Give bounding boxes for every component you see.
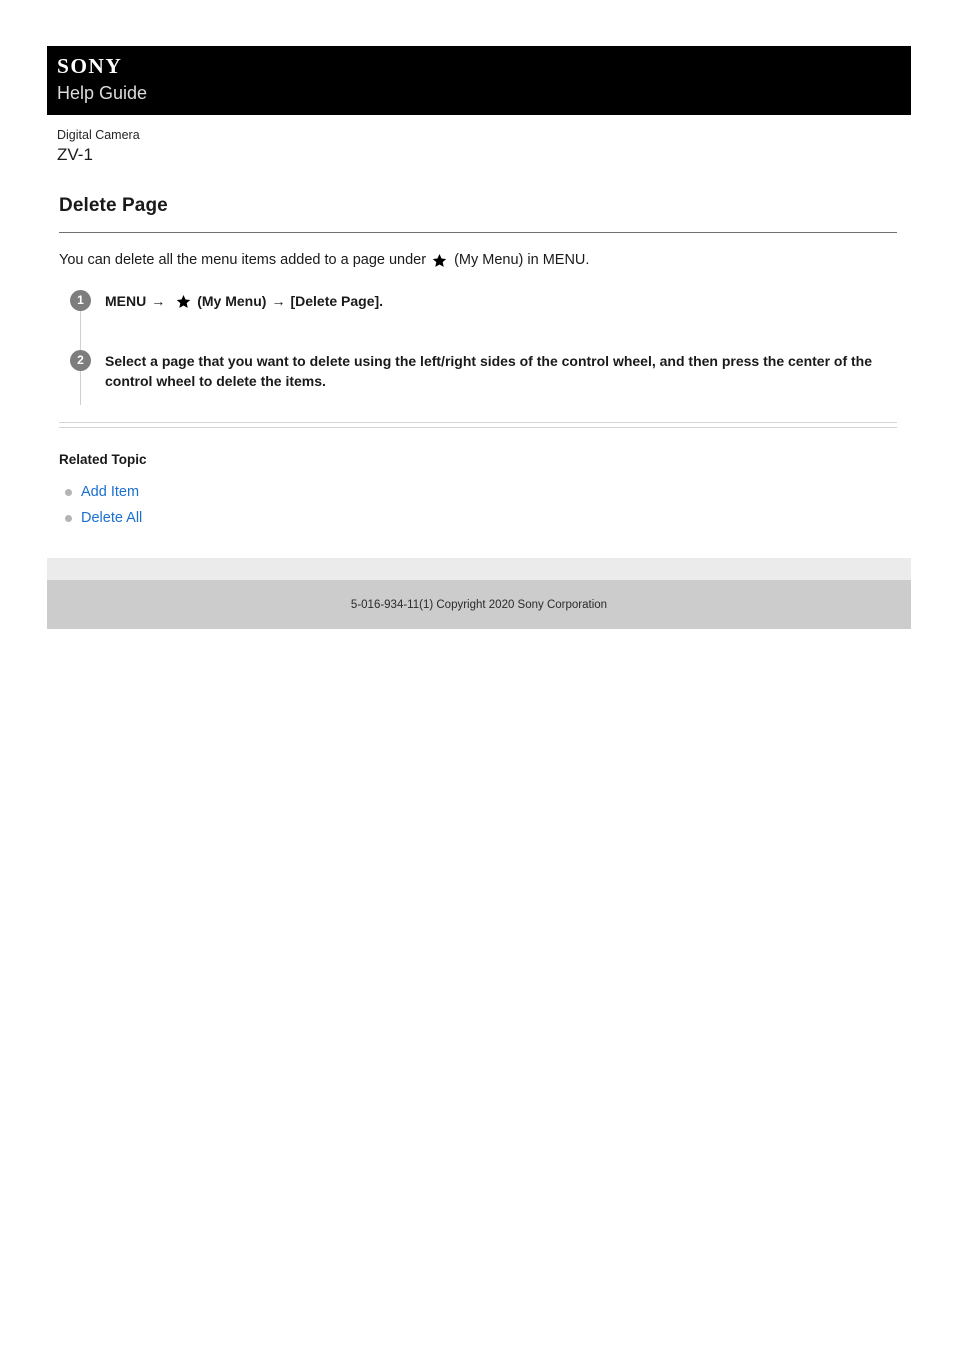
arrow-right-icon: →: [151, 293, 166, 309]
divider-line-bottom: [59, 427, 897, 428]
list-item: Add Item: [59, 479, 897, 505]
article-body: Delete Page You can delete all the menu …: [47, 194, 911, 531]
product-category: Digital Camera: [57, 128, 140, 142]
star-icon: [176, 294, 191, 309]
arrow-right-icon: →: [271, 293, 286, 309]
step-connector-line: [80, 371, 81, 405]
help-guide-page: SONY Help Guide Digital Camera ZV-1 Dele…: [47, 46, 911, 629]
bullet-icon: [65, 489, 72, 496]
step-number-badge: 2: [70, 350, 91, 371]
title-divider: [59, 232, 897, 233]
step-2: 2 Select a page that you want to delete …: [59, 350, 897, 405]
intro-paragraph: You can delete all the menu items added …: [59, 250, 897, 270]
related-topic-divider: [59, 422, 897, 428]
product-model: ZV-1: [57, 145, 93, 164]
step-1-text: MENU → (My Menu) → [Delete Page].: [105, 290, 897, 311]
step-1-target-label: [Delete Page].: [290, 293, 384, 309]
product-info: Digital Camera ZV-1: [47, 115, 911, 166]
related-link-delete-all[interactable]: Delete All: [81, 510, 142, 526]
divider-line-top: [59, 422, 897, 423]
page-footer: 5-016-934-11(1) Copyright 2020 Sony Corp…: [47, 558, 911, 629]
related-link-add-item[interactable]: Add Item: [81, 484, 139, 500]
site-header: SONY Help Guide: [47, 46, 911, 115]
step-1-my-menu-label: (My Menu): [197, 293, 267, 309]
star-icon: [432, 253, 447, 268]
list-item: Delete All: [59, 505, 897, 531]
page-title: Delete Page: [59, 195, 168, 216]
bullet-icon: [65, 515, 72, 522]
steps-list: 1 MENU → (My Menu) → [Delete Page]. 2 Se…: [59, 290, 897, 405]
step-2-text: Select a page that you want to delete us…: [105, 353, 873, 389]
intro-text-before: You can delete all the menu items added …: [59, 252, 427, 268]
step-1: 1 MENU → (My Menu) → [Delete Page].: [59, 290, 897, 371]
step-1-menu-label: MENU: [105, 293, 147, 309]
site-title: Help Guide: [57, 83, 148, 103]
footer-bottom-band: 5-016-934-11(1) Copyright 2020 Sony Corp…: [47, 580, 911, 629]
related-topic-list: Add Item Delete All: [59, 479, 897, 531]
sony-logo: SONY: [57, 54, 123, 78]
step-number-badge: 1: [70, 290, 91, 311]
intro-text-after: (My Menu) in MENU.: [454, 252, 590, 268]
copyright-text: 5-016-934-11(1) Copyright 2020 Sony Corp…: [350, 598, 608, 611]
footer-top-band: [47, 558, 911, 580]
related-topic-heading: Related Topic: [59, 452, 147, 467]
